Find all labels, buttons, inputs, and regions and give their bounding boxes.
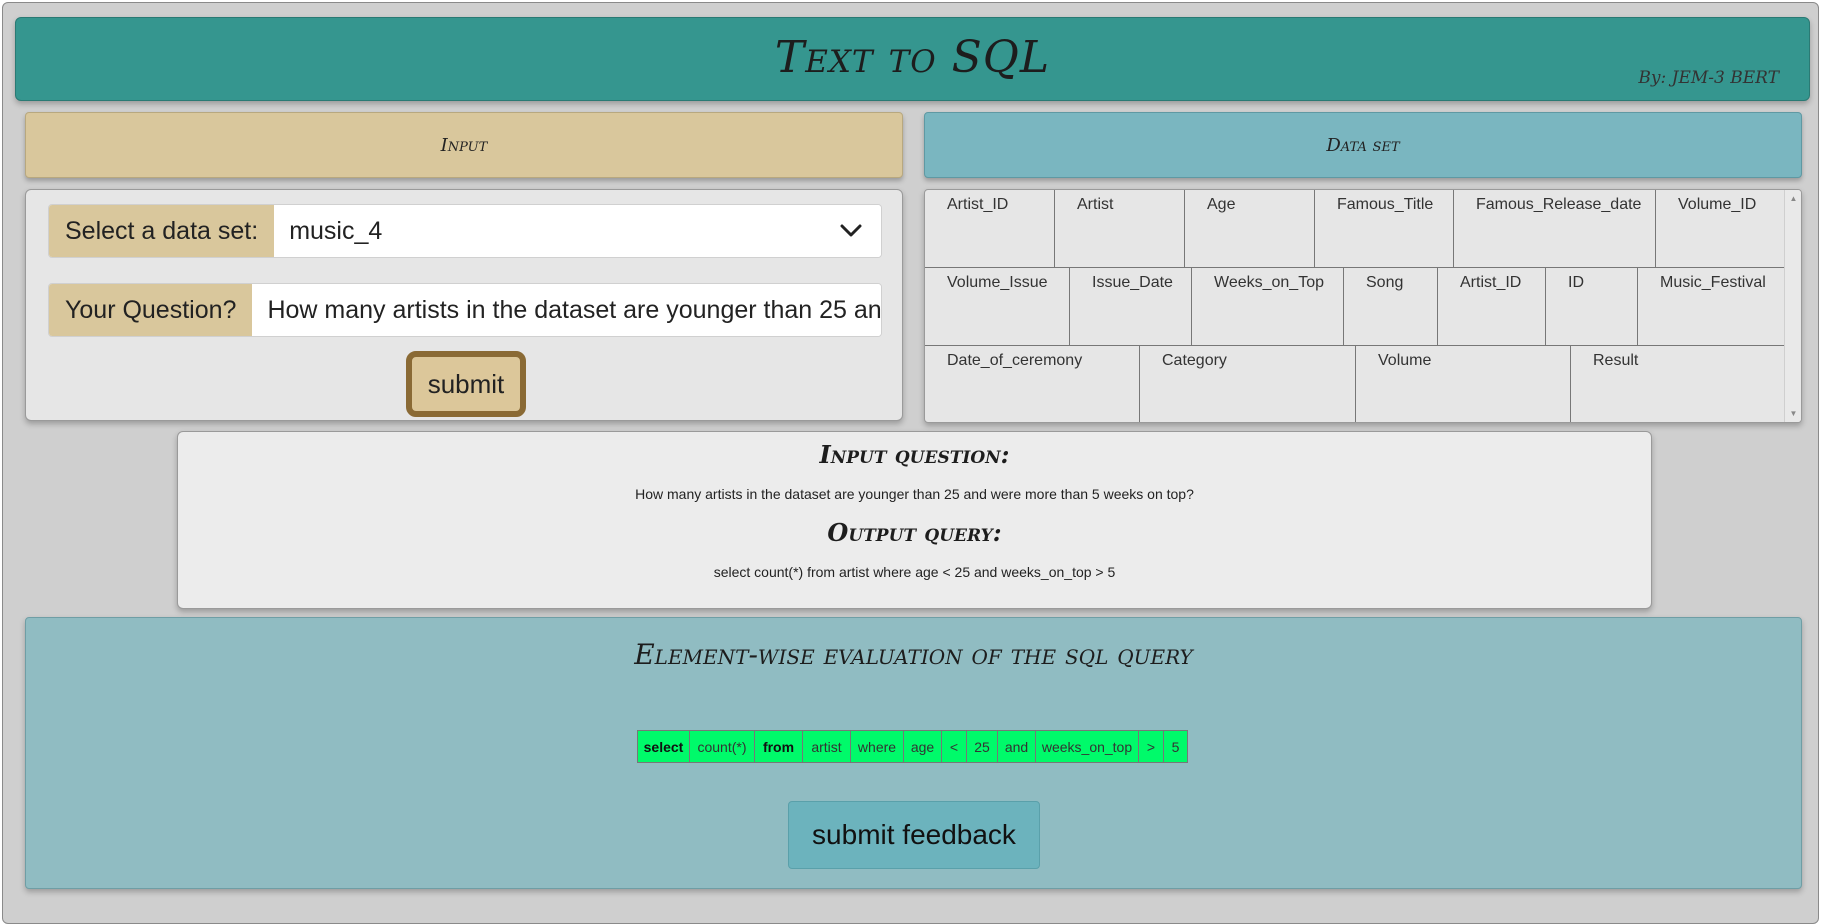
scroll-down-icon[interactable]: ▼ [1785,409,1801,418]
query-token: age [904,731,942,762]
question-field[interactable]: Your Question? How many artists in the d… [48,283,882,337]
dataset-column-cell: Date_of_ceremony [925,346,1140,422]
dataset-select-value[interactable]: music_4 [274,205,821,257]
dataset-column-cell: Artist_ID [1438,268,1546,345]
dataset-columns-grid: Artist_ID Artist Age Famous_Title Famous_Rel… [925,190,1785,422]
dataset-scrollbar[interactable]: ▲ ▼ [1784,190,1801,422]
dataset-column-cell: Category [1140,346,1356,422]
output-query-heading: Output query: [827,518,1002,547]
dataset-column-cell: Volume_ID [1656,190,1785,267]
dataset-column-cell: Music_Festival [1638,268,1785,345]
dataset-column-cell: Famous_Release_date [1454,190,1656,267]
dataset-column-cell: Volume [1356,346,1571,422]
output-query-text: select count(*) from artist where age < … [713,564,1116,580]
evaluation-title: Element-wise evaluation of the sql query [634,638,1193,671]
input-panel: Select a data set: music_4 Your Question… [25,189,903,421]
query-token: > [1139,731,1164,762]
dataset-column-cell: Artist_ID [925,190,1055,267]
dataset-column-cell: Issue_Date [1070,268,1192,345]
question-input[interactable]: How many artists in the dataset are youn… [252,284,881,336]
app-byline: By: JEM-3 BERT [1638,68,1779,88]
query-token: select [638,731,690,762]
query-token: < [942,731,967,762]
dataset-select-label: Select a data set: [49,205,275,257]
app-frame: Text to SQL By: JEM-3 BERT Input Data se… [2,2,1819,924]
evaluation-panel: Element-wise evaluation of the sql query… [25,617,1802,889]
query-token: 25 [967,731,998,762]
chevron-down-icon[interactable] [821,205,881,257]
query-token: from [755,731,803,762]
input-question-text: How many artists in the dataset are youn… [635,486,1194,502]
input-question-heading: Input question: [819,440,1010,469]
dataset-column-cell: Famous_Title [1315,190,1454,267]
dataset-row: Volume_Issue Issue_Date Weeks_on_Top Song Ar… [925,268,1785,346]
question-label: Your Question? [49,284,253,336]
dataset-select[interactable]: Select a data set: music_4 [48,204,882,258]
query-token: and [998,731,1036,762]
dataset-panel: Artist_ID Artist Age Famous_Title Famous_Rel… [924,189,1802,423]
dataset-row: Artist_ID Artist Age Famous_Title Famous_Rel… [925,190,1785,268]
dataset-column-cell: ID [1546,268,1638,345]
query-token: where [851,731,904,762]
dataset-column-cell: Weeks_on_Top [1192,268,1344,345]
submit-button[interactable]: submit [406,351,526,417]
app-header: Text to SQL By: JEM-3 BERT [15,17,1810,101]
query-token-list: select count(*) from artist where age <25 and we… [637,730,1188,763]
query-token: 5 [1164,731,1187,762]
query-token: weeks_on_top [1036,731,1139,762]
dataset-panel-title: Data set [924,112,1802,178]
scroll-up-icon[interactable]: ▲ [1785,194,1801,203]
query-token: artist [803,731,851,762]
dataset-column-cell: Result [1571,346,1785,422]
dataset-column-cell: Artist [1055,190,1185,267]
app-title: Text to SQL [774,32,1051,83]
query-result-panel: Input question: How many artists in the … [177,431,1652,609]
dataset-column-cell: Volume_Issue [925,268,1070,345]
submit-feedback-button[interactable]: submit feedback [788,801,1040,869]
dataset-column-cell: Age [1185,190,1315,267]
dataset-row: Date_of_ceremony Category Volume Result [925,346,1785,422]
dataset-column-cell: Song [1344,268,1438,345]
query-token: count(*) [690,731,755,762]
input-panel-title: Input [25,112,903,178]
